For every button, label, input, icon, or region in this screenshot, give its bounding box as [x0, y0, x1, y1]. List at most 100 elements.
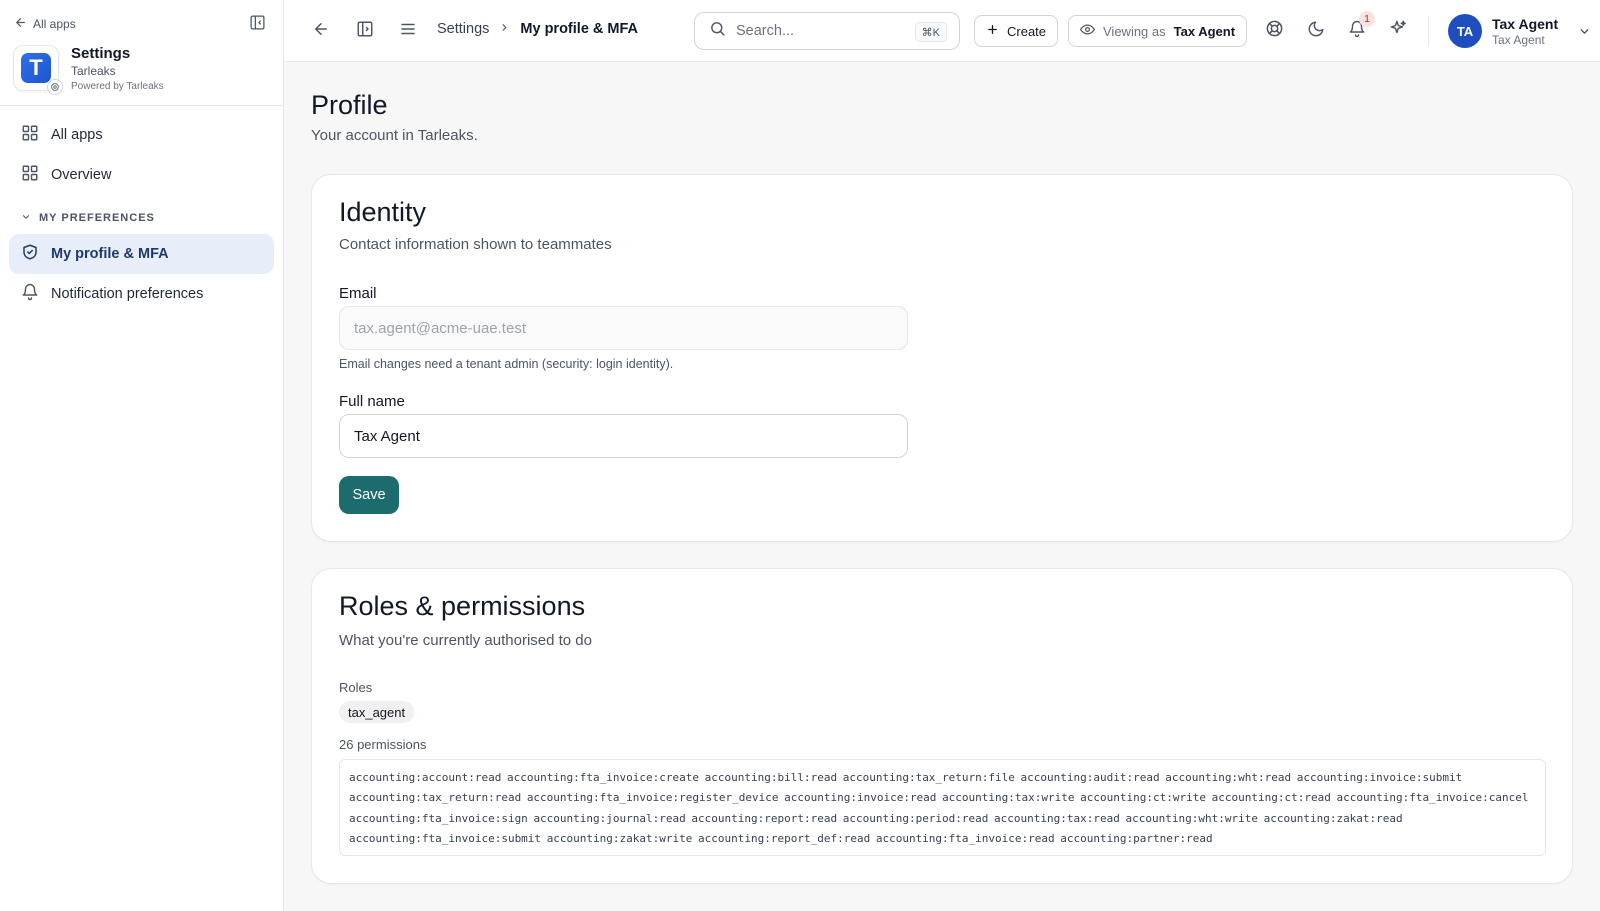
- sidebar-item-my-profile-mfa[interactable]: My profile & MFA: [9, 234, 274, 274]
- sidebar-item-label: All apps: [51, 127, 103, 143]
- sidebar-item-notification-preferences[interactable]: Notification preferences: [9, 274, 274, 314]
- theme-toggle-button[interactable]: [1304, 19, 1328, 43]
- sidebar-item-all-apps[interactable]: All apps: [9, 115, 274, 155]
- app-tenant: Tarleaks: [71, 64, 116, 78]
- toggle-sidebar-button[interactable]: [353, 19, 377, 43]
- back-to-all-apps-link[interactable]: All apps: [14, 16, 76, 32]
- roles-label: Roles: [339, 680, 373, 695]
- app-logo-letter: T: [21, 53, 51, 83]
- create-button[interactable]: Create: [974, 15, 1059, 47]
- notifications-button[interactable]: 1: [1345, 11, 1375, 43]
- permission-item: accounting:tax:write: [942, 791, 1075, 805]
- eye-icon: [1080, 22, 1095, 40]
- search-shortcut-hint: ⌘K: [914, 22, 947, 42]
- viewing-as-label: Viewing as: [1103, 23, 1166, 39]
- chevron-right-icon: [499, 21, 510, 37]
- plus-icon: [986, 23, 999, 39]
- viewing-as-role: Tax Agent: [1173, 23, 1236, 39]
- permission-item: accounting:wht:write: [1125, 811, 1258, 825]
- permission-item: accounting:ct:write: [1080, 791, 1206, 805]
- email-value: tax.agent@acme-uae.test: [354, 319, 526, 337]
- user-menu[interactable]: TA Tax Agent Tax Agent: [1448, 14, 1591, 48]
- panel-collapse-icon: [249, 14, 266, 36]
- identity-card: Identity Contact information shown to te…: [311, 174, 1573, 542]
- permission-item: accounting:bill:read: [704, 771, 838, 784]
- permission-item: accounting:journal:read: [533, 811, 686, 825]
- help-button[interactable]: [1262, 19, 1286, 43]
- permission-item: accounting:tax_return:file: [842, 771, 1015, 784]
- email-help-text: Email changes need a tenant admin (secur…: [339, 357, 674, 371]
- sidebar-app-header: All apps T Settings Tarleaks Powered by …: [0, 0, 283, 106]
- bell-icon: [21, 283, 39, 305]
- grid-icon: [21, 124, 39, 146]
- sidebar-section-my-preferences[interactable]: MY PREFERENCES: [9, 207, 274, 229]
- page-subtitle: Your account in Tarleaks.: [311, 127, 478, 144]
- search-icon: [709, 20, 726, 42]
- save-button[interactable]: Save: [339, 476, 399, 514]
- hamburger-menu-icon: [399, 20, 417, 43]
- sidebar-nav: All apps Overview MY PREFERENCES My prof…: [9, 115, 274, 314]
- sidebar: All apps T Settings Tarleaks Powered by …: [0, 0, 284, 911]
- breadcrumb-settings[interactable]: Settings: [437, 21, 489, 37]
- arrow-left-icon: [312, 20, 330, 43]
- page-title: Profile: [311, 90, 388, 120]
- fullname-input[interactable]: [354, 427, 907, 445]
- breadcrumb: Settings My profile & MFA: [437, 21, 638, 37]
- permissions-count: 26 permissions: [339, 737, 427, 752]
- identity-subtitle: Contact information shown to teammates: [339, 236, 612, 253]
- permission-item: accounting:fta_invoice:create: [506, 771, 700, 784]
- permission-item: accounting:partner:read: [1060, 831, 1213, 845]
- top-header: Settings My profile & MFA ⌘K Create View…: [284, 0, 1600, 62]
- back-button[interactable]: [309, 19, 333, 43]
- permission-item: accounting:ct:read: [1211, 791, 1331, 805]
- chevron-down-icon: [21, 212, 31, 225]
- back-link-label: All apps: [33, 17, 76, 31]
- permission-item: accounting:report:read: [691, 811, 838, 825]
- sidebar-item-label: Overview: [51, 167, 112, 183]
- collapse-sidebar-button[interactable]: [246, 14, 268, 36]
- permission-item: accounting:fta_invoice:submit: [349, 831, 542, 845]
- permission-item: accounting:period:read: [842, 811, 989, 825]
- identity-title: Identity: [339, 197, 427, 227]
- permission-item: accounting:invoice:read: [784, 791, 937, 805]
- notification-count-badge: 1: [1359, 11, 1375, 27]
- chevron-down-icon: [1578, 25, 1591, 38]
- roles-permissions-card: Roles & permissions What you're currentl…: [311, 568, 1573, 884]
- moon-icon: [1307, 20, 1325, 43]
- search-box[interactable]: ⌘K: [694, 12, 960, 50]
- create-button-label: Create: [1007, 23, 1047, 39]
- gear-badge-icon: [47, 79, 63, 95]
- grid-icon: [21, 164, 39, 186]
- arrow-left-icon: [14, 16, 27, 32]
- sidebar-item-label: Notification preferences: [51, 286, 204, 302]
- app-name: Settings: [71, 45, 131, 62]
- roles-title: Roles & permissions: [339, 591, 586, 621]
- sidebar-section-label: MY PREFERENCES: [39, 212, 155, 224]
- fullname-field[interactable]: [339, 414, 908, 458]
- avatar: TA: [1448, 14, 1482, 48]
- permission-item: accounting:fta_invoice:register_device: [526, 791, 779, 805]
- header-divider: [1428, 16, 1429, 46]
- user-role: Tax Agent: [1492, 32, 1545, 47]
- permission-item: accounting:account:read: [349, 771, 502, 784]
- permission-item: accounting:audit:read: [1020, 771, 1160, 784]
- menu-button[interactable]: [396, 19, 420, 43]
- permission-item: accounting:fta_invoice:cancel: [1336, 791, 1529, 805]
- sparkles-icon: [1389, 19, 1408, 43]
- fullname-label: Full name: [339, 393, 405, 410]
- permission-item: accounting:zakat:write: [546, 831, 693, 845]
- ai-assistant-button[interactable]: [1386, 19, 1410, 43]
- email-field: tax.agent@acme-uae.test: [339, 306, 908, 350]
- breadcrumb-current: My profile & MFA: [520, 21, 639, 37]
- user-name: Tax Agent: [1492, 15, 1559, 32]
- viewing-as-button[interactable]: Viewing as Tax Agent: [1068, 15, 1248, 47]
- search-input[interactable]: [736, 23, 906, 39]
- permission-item: accounting:fta_invoice:read: [875, 831, 1055, 845]
- email-label: Email: [339, 285, 377, 302]
- role-pill: tax_agent: [339, 701, 415, 723]
- permission-item: accounting:zakat:read: [1263, 811, 1403, 825]
- user-info: Tax Agent Tax Agent: [1492, 16, 1558, 47]
- permission-item: accounting:wht:read: [1165, 771, 1292, 784]
- sidebar-item-overview[interactable]: Overview: [9, 155, 274, 195]
- permission-item: accounting:tax_return:read: [349, 791, 522, 805]
